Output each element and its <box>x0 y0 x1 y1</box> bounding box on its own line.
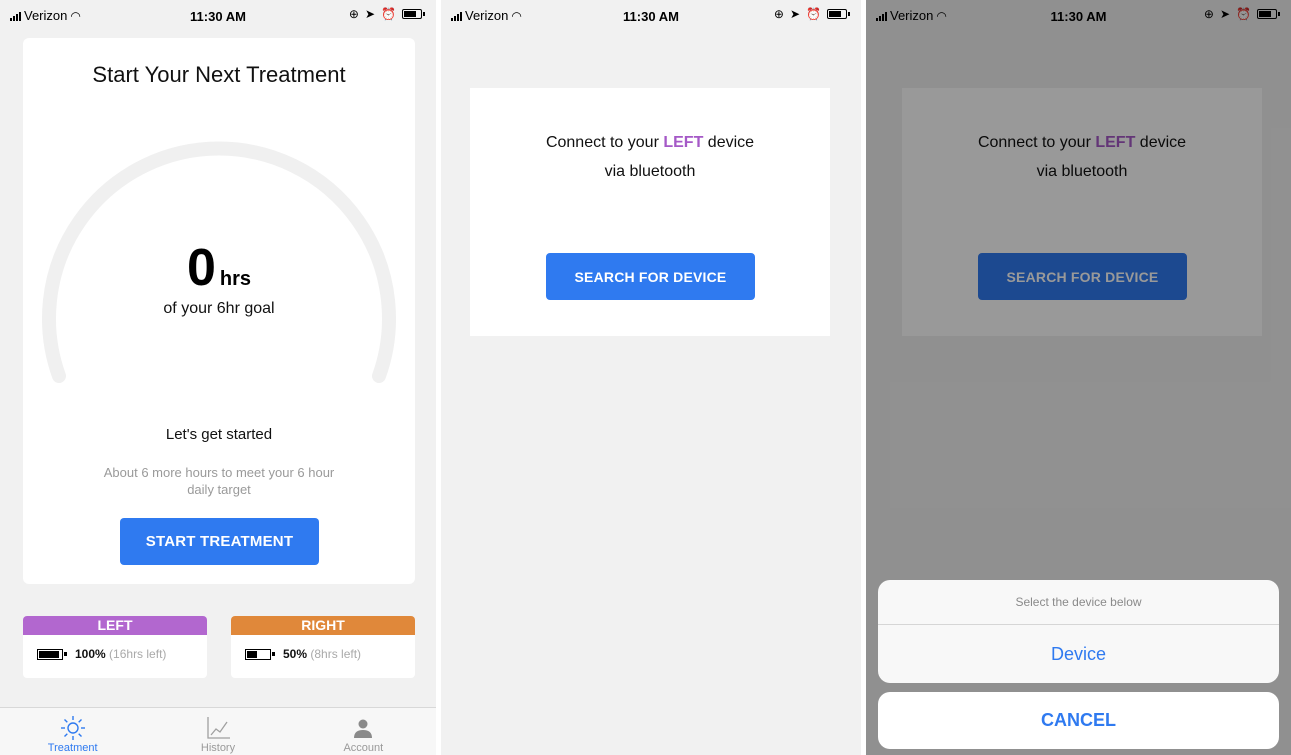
tab-history-label: History <box>200 742 236 754</box>
chart-icon <box>205 714 231 742</box>
status-bar: Verizon ◠ 11:30 AM ⊕ ➤ ⏰ <box>0 0 436 30</box>
tab-bar: Treatment History Account <box>0 707 436 755</box>
person-icon <box>353 714 373 742</box>
hours-unit: hrs <box>219 268 252 290</box>
alarm-icon: ⏰ <box>806 7 821 21</box>
tab-treatment-label: Treatment <box>47 742 98 754</box>
rotation-lock-icon: ⊕ <box>773 7 784 21</box>
right-battery-remaining: (8hrs left) <box>310 647 362 661</box>
select-device-screen: Verizon ◠ 11:30 AM ⊕ ➤ ⏰ Connect to your… <box>866 0 1291 755</box>
treatment-card: Start Your Next Treatment 0 hrs of your 6… <box>23 38 415 584</box>
status-bar: Verizon ◠ 11:30 AM ⊕ ➤ ⏰ <box>441 0 861 30</box>
rotation-lock-icon: ⊕ <box>348 7 359 21</box>
hours-value: 0 <box>186 239 216 297</box>
target-hint-text: About 6 more hours to meet your 6 hour d… <box>103 465 335 497</box>
hours-readout: 0 hrs <box>23 238 415 298</box>
right-battery-icon <box>245 648 275 660</box>
connect-message: Connect to your LEFT device via bluetoot… <box>545 134 755 180</box>
left-device-status: LEFT 100% (16hrs left) <box>23 616 207 678</box>
tab-history[interactable]: History <box>145 708 290 755</box>
left-battery-icon <box>37 648 67 660</box>
left-battery-percent: 100% <box>75 647 106 661</box>
treatment-screen: Verizon ◠ 11:30 AM ⊕ ➤ ⏰ Start Your Next… <box>0 0 436 755</box>
tab-account-label: Account <box>343 742 384 754</box>
connect-card: Connect to your LEFT device via bluetoot… <box>470 88 830 336</box>
alarm-icon: ⏰ <box>381 7 396 21</box>
device-side-highlight: LEFT <box>663 134 704 151</box>
screenshot-stage: Verizon ◠ 11:30 AM ⊕ ➤ ⏰ Start Your Next… <box>0 0 1291 755</box>
left-battery-remaining: (16hrs left) <box>109 647 167 661</box>
goal-text: of your 6hr goal <box>163 300 275 317</box>
start-treatment-button[interactable]: START TREATMENT <box>120 518 319 565</box>
action-sheet: Select the device below Device <box>878 580 1279 683</box>
battery-icon <box>402 9 425 19</box>
right-device-header: RIGHT <box>231 616 415 635</box>
search-for-device-button[interactable]: SEARCH FOR DEVICE <box>546 253 755 300</box>
lets-get-started-text: Let's get started <box>165 426 273 443</box>
right-device-status: RIGHT 50% (8hrs left) <box>231 616 415 678</box>
action-sheet-title: Select the device below <box>878 580 1279 625</box>
tab-treatment[interactable]: Treatment <box>0 708 145 755</box>
tab-account[interactable]: Account <box>291 708 436 755</box>
connect-screen: Verizon ◠ 11:30 AM ⊕ ➤ ⏰ Connect to your… <box>441 0 861 755</box>
right-battery-percent: 50% <box>283 647 308 661</box>
left-device-header: LEFT <box>23 616 207 635</box>
sun-icon <box>60 714 86 742</box>
page-title: Start Your Next Treatment <box>92 62 346 87</box>
device-option[interactable]: Device <box>878 625 1279 683</box>
cancel-button[interactable]: CANCEL <box>878 692 1279 749</box>
location-icon: ➤ <box>364 7 376 21</box>
location-icon: ➤ <box>789 7 801 21</box>
battery-icon <box>827 9 850 19</box>
